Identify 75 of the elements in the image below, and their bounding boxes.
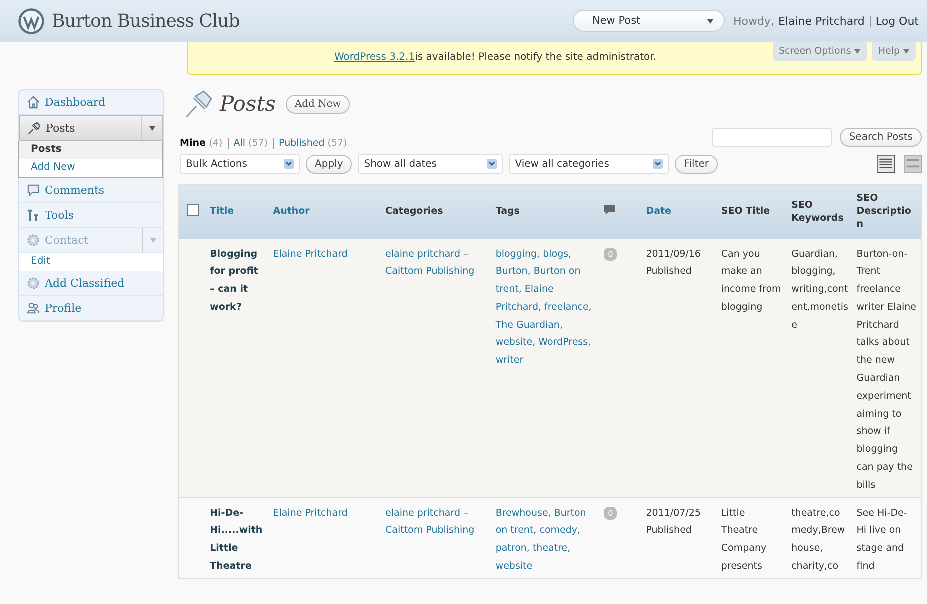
- screen-tab[interactable]: Help: [872, 42, 916, 61]
- filter-link[interactable]: All (57): [234, 138, 268, 148]
- caret-icon: [150, 238, 156, 242]
- post-date: 2011/09/16: [646, 248, 702, 262]
- tools-icon: [27, 208, 40, 222]
- speech-bubble-icon: [27, 184, 40, 196]
- caret-icon: [707, 18, 714, 24]
- table-cell-text: Can you make an income from blogging: [721, 248, 782, 315]
- menu-item[interactable]: Profile: [19, 296, 163, 321]
- post-title-link[interactable]: Hi-De-Hi.....with Little Theatre: [210, 504, 266, 576]
- caret-icon: [854, 49, 862, 54]
- caret-icon: [148, 126, 156, 130]
- post-status: Published: [646, 265, 693, 280]
- column-header: SEO Title: [721, 206, 770, 218]
- chevron-icon: [284, 159, 294, 169]
- pin-icon: [28, 122, 41, 134]
- search-field[interactable]: [712, 128, 832, 146]
- add-new-button[interactable]: Add New: [286, 94, 350, 114]
- categories-dropdown[interactable]: View all categories: [509, 154, 670, 174]
- submenu-item[interactable]: Add New: [19, 159, 162, 177]
- column-header[interactable]: Date: [646, 206, 672, 218]
- tag-list[interactable]: Brewhouse, Burton on trent, comedy, patron, theatre, website: [496, 504, 596, 576]
- menu-item[interactable]: Comments: [19, 178, 163, 203]
- tag-list[interactable]: blogging, blogs, Burton, Burton on trent, Elaine Pritchard, freelance, The Guardian, website, WordPress, writer: [496, 246, 596, 370]
- logout-link[interactable]: Log Out: [876, 14, 919, 28]
- author-link[interactable]: Elaine Pritchard: [273, 504, 378, 522]
- filter-link[interactable]: Mine (4): [180, 138, 223, 148]
- column-header: Tags: [496, 206, 520, 218]
- update-link[interactable]: WordPress 3.2.1: [334, 52, 416, 63]
- menu-item[interactable]: Tools: [19, 203, 163, 228]
- post-date: 2011/07/25: [646, 506, 702, 521]
- column-header[interactable]: Title: [210, 206, 234, 218]
- category-link[interactable]: elaine pritchard – Caittom Publishing: [386, 246, 488, 282]
- screen-tab[interactable]: Screen Options: [772, 42, 868, 61]
- logo-icon: [18, 8, 45, 34]
- greeting-text: Howdy,: [733, 14, 774, 28]
- column-header: Categories: [386, 206, 444, 218]
- apply-button[interactable]: Apply: [306, 154, 352, 174]
- column-header: SEO Keywords: [792, 200, 844, 224]
- submenu-item[interactable]: Edit: [19, 253, 163, 271]
- table-cell-text: Guardian, blogging, writing,content,monetise: [792, 248, 849, 333]
- post-status: Published: [646, 524, 693, 538]
- select-all-checkbox[interactable]: [187, 204, 199, 216]
- gear-icon: [27, 276, 40, 290]
- chevron-icon: [653, 159, 664, 169]
- submenu-item[interactable]: Posts: [19, 141, 162, 159]
- menu-item[interactable]: Add Classified: [19, 271, 163, 296]
- chevron-icon: [487, 159, 498, 169]
- list-view-icon[interactable]: [877, 155, 895, 173]
- filter-button[interactable]: Filter: [675, 154, 718, 174]
- new-post-dropdown[interactable]: New Post: [573, 10, 726, 32]
- table-cell-text: See Hi-De-Hi live on stage and find: [856, 506, 908, 574]
- notice-text: is available! Please notify the site administrator.: [415, 52, 657, 63]
- column-header: SEO Description: [856, 193, 912, 230]
- caret-icon: [903, 49, 910, 54]
- site-title[interactable]: Burton Business Club: [52, 10, 240, 32]
- people-icon: [27, 302, 40, 314]
- table-cell-text: Little Theatre Company presents: [721, 506, 768, 574]
- category-link[interactable]: elaine pritchard – Caittom Publishing: [386, 504, 488, 540]
- table-cell-text: Burton-on-Trent freelance writer Elaine Pritchard talks about the new Guardian experiment aiming to show if blogging can pay the bills: [856, 248, 917, 493]
- pin-icon: [184, 89, 214, 119]
- table-cell-text: theatre,comedy,Brewhouse, charity,co: [792, 506, 846, 574]
- user-link[interactable]: Elaine Pritchard: [778, 14, 865, 28]
- filter-link[interactable]: Published (57): [279, 138, 348, 148]
- speech-bubble-icon: [604, 204, 616, 215]
- post-title-link[interactable]: Blogging for profit – can it work?: [210, 246, 266, 317]
- gear-icon: [27, 234, 40, 246]
- bulk-actions-dropdown[interactable]: Bulk Actions: [180, 154, 300, 174]
- dates-dropdown[interactable]: Show all dates: [358, 154, 504, 174]
- menu-item[interactable]: Posts: [19, 115, 163, 141]
- page-title: Posts: [220, 92, 276, 116]
- column-header[interactable]: Author: [273, 206, 310, 218]
- search-button[interactable]: Search Posts: [840, 128, 922, 146]
- author-link[interactable]: Elaine Pritchard: [273, 246, 378, 264]
- house-icon: [27, 96, 40, 108]
